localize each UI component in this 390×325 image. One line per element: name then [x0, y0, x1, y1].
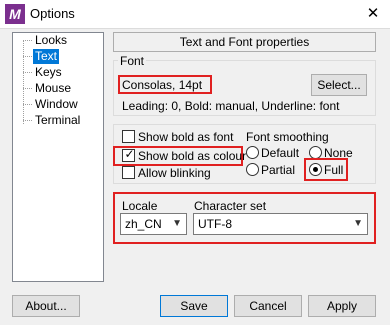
tree-connector — [23, 120, 32, 121]
locale-label: Locale — [122, 199, 158, 213]
show-bold-as-font-label: Show bold as font — [138, 130, 234, 144]
tree-item-looks[interactable]: Looks — [33, 33, 69, 48]
locale-select[interactable]: zh_CN ▼ — [120, 213, 187, 235]
smoothing-partial-label: Partial — [261, 163, 296, 177]
cancel-button[interactable]: Cancel — [234, 295, 302, 317]
radio-selected-dot — [313, 167, 318, 172]
select-font-button[interactable]: Select... — [311, 74, 367, 96]
check-icon: ✓ — [124, 147, 135, 161]
about-button[interactable]: About... — [12, 295, 80, 317]
chevron-down-icon: ▼ — [172, 218, 182, 229]
tree-connector — [23, 40, 32, 41]
app-icon: M — [5, 4, 25, 24]
tree-connector — [23, 40, 24, 124]
tree-connector — [23, 88, 32, 89]
page-header: Text and Font properties — [113, 32, 376, 52]
locale-value: zh_CN — [125, 217, 162, 231]
charset-select[interactable]: UTF-8 ▼ — [193, 213, 368, 235]
tree-item-keys[interactable]: Keys — [33, 65, 64, 80]
close-icon[interactable]: ✕ — [362, 4, 384, 24]
tree-connector — [23, 104, 32, 105]
smoothing-partial-radio[interactable] — [246, 163, 259, 176]
font-group-label: Font — [118, 54, 147, 68]
title-bar: M Options ✕ — [0, 0, 390, 28]
allow-blinking-checkbox[interactable] — [122, 166, 135, 179]
category-tree: Looks Text Keys Mouse Window Terminal — [12, 32, 104, 282]
tree-item-window[interactable]: Window — [33, 97, 80, 112]
font-value: Consolas, 14pt — [122, 78, 203, 92]
tree-connector — [23, 72, 32, 73]
tree-item-mouse[interactable]: Mouse — [33, 81, 73, 96]
smoothing-default-radio[interactable] — [246, 146, 259, 159]
show-bold-as-colour-label: Show bold as colour — [138, 149, 247, 163]
app-icon-letter: M — [9, 6, 21, 22]
tree-item-terminal[interactable]: Terminal — [33, 113, 82, 128]
smoothing-default-label: Default — [261, 146, 300, 160]
chevron-down-icon: ▼ — [353, 218, 363, 229]
smoothing-full-radio[interactable] — [309, 163, 322, 176]
apply-button[interactable]: Apply — [308, 295, 376, 317]
allow-blinking-label: Allow blinking — [138, 166, 211, 180]
tree-item-text[interactable]: Text — [33, 49, 60, 64]
show-bold-as-colour-checkbox[interactable]: ✓ — [122, 147, 135, 162]
charset-value: UTF-8 — [198, 217, 232, 231]
show-bold-as-font-checkbox[interactable] — [122, 130, 135, 143]
font-info: Leading: 0, Bold: manual, Underline: fon… — [122, 99, 340, 113]
tree-connector — [23, 56, 32, 57]
font-smoothing-label: Font smoothing — [246, 130, 329, 144]
window-title: Options — [30, 6, 75, 21]
charset-label: Character set — [194, 199, 267, 213]
smoothing-full-label: Full — [324, 163, 344, 177]
save-button[interactable]: Save — [160, 295, 228, 317]
